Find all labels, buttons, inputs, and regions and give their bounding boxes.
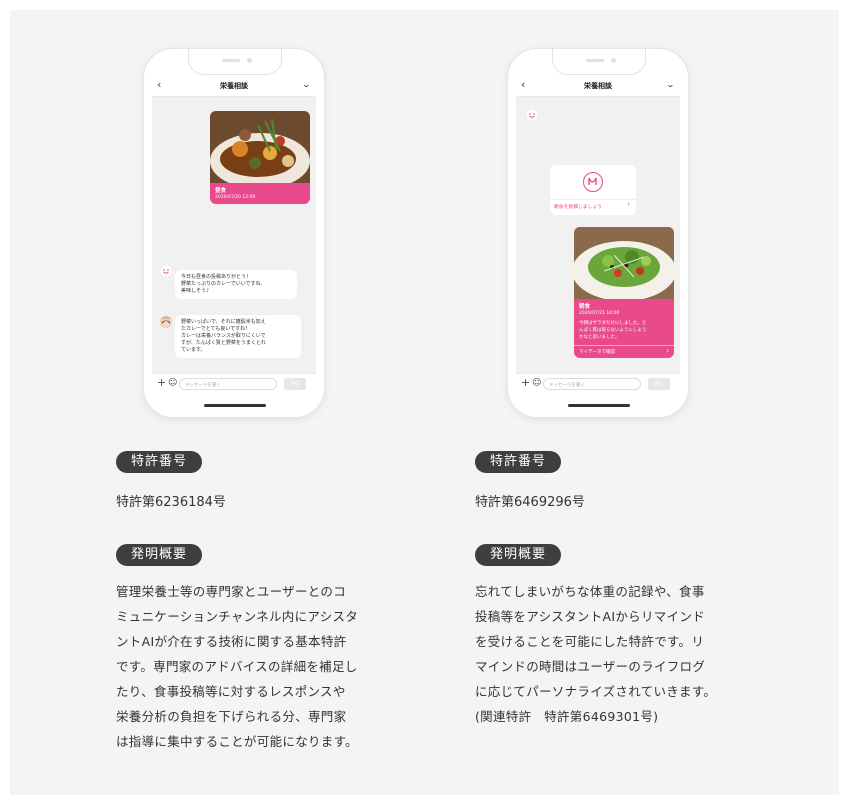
nav-bar: ‹ 栄養相談 ⌄ — [516, 75, 680, 97]
nav-title: 栄養相談 — [584, 82, 612, 90]
plus-icon[interactable]: + — [521, 376, 530, 389]
phone-notch — [552, 49, 646, 75]
patent-number-label: 特許番号 — [475, 451, 562, 473]
home-indicator — [204, 404, 266, 407]
my-data-link[interactable]: マイデータで確認 › — [574, 345, 674, 358]
meal-title: 昼食 — [215, 188, 227, 194]
invention-summary: 忘れてしまいがちな体重の記録や、食事 投稿等をアシスタントAIからリマインド を… — [475, 584, 717, 724]
nav-title: 栄養相談 — [220, 82, 248, 90]
reminder-card[interactable]: 朝食を投稿しましょう › — [550, 165, 636, 215]
send-button[interactable]: 送信 — [284, 378, 306, 390]
bot-message-bubble: 今日も昼食の投稿ありがとう！ 野菜たっぷりのカレーでいいですね、 美味しそう♪ — [175, 270, 297, 299]
message-input-bar: + ☺ メッセージを書く 送信 — [516, 373, 680, 393]
plus-icon[interactable]: + — [157, 376, 166, 389]
patent-number-label: 特許番号 — [116, 451, 203, 473]
meal-date: 2020/07/21 10:00 — [579, 311, 620, 316]
phone-mockup-consultation: ‹ 栄養相談 ⌄ 昼食 2020/07/20 12:00 今日も昼食の投稿ありが… — [143, 48, 325, 418]
message-input[interactable]: メッセージを書く — [543, 378, 641, 390]
invention-summary-label: 発明概要 — [475, 544, 562, 566]
chevron-right-icon: › — [666, 347, 669, 355]
phone-notch — [188, 49, 282, 75]
smiley-icon[interactable]: ☺ — [532, 378, 541, 388]
chat-screen: ‹ 栄養相談 ⌄ 朝食を投稿しましょう › 朝食 2020/07/21 10:0… — [516, 75, 680, 393]
chevron-right-icon: › — [627, 200, 630, 208]
chevron-down-icon[interactable]: ⌄ — [302, 80, 311, 89]
reminder-link[interactable]: 朝食を投稿しましょう › — [550, 199, 636, 213]
expert-avatar — [160, 316, 172, 328]
meal-date: 2020/07/20 12:00 — [215, 195, 256, 200]
nav-bar: ‹ 栄養相談 ⌄ — [152, 75, 316, 97]
chat-screen: ‹ 栄養相談 ⌄ 昼食 2020/07/20 12:00 今日も昼食の投稿ありが… — [152, 75, 316, 393]
app-logo-icon — [583, 172, 603, 192]
message-input[interactable]: メッセージを書く — [179, 378, 277, 390]
expert-message-bubble: 野菜いっぱいで、それに雑穀米も加え たカレーでとても良いですね！ カレーは栄養バ… — [175, 315, 301, 358]
meal-note: 今朝はサラダだけにしました。た んぱく質は取らないようにしよう かなと思いました… — [579, 321, 647, 340]
message-input-bar: + ☺ メッセージを書く 送信 — [152, 373, 316, 393]
smiley-icon[interactable]: ☺ — [168, 378, 177, 388]
meal-title: 朝食 — [579, 304, 591, 310]
bot-face-icon — [160, 265, 172, 277]
chevron-down-icon[interactable]: ⌄ — [666, 80, 675, 89]
curry-photo — [210, 111, 310, 183]
patent-number: 特許第6236184号 — [116, 495, 226, 510]
home-indicator — [568, 404, 630, 407]
salad-photo — [574, 227, 674, 299]
meal-post-card[interactable]: 朝食 2020/07/21 10:00 今朝はサラダだけにしました。た んぱく質… — [574, 227, 674, 358]
bot-face-icon — [526, 109, 538, 121]
meal-post-card[interactable]: 昼食 2020/07/20 12:00 — [210, 111, 310, 204]
invention-summary: 管理栄養士等の専門家とユーザーとのコ ミュニケーションチャンネル内にアシスタ ン… — [116, 584, 359, 749]
phone-mockup-reminder: ‹ 栄養相談 ⌄ 朝食を投稿しましょう › 朝食 2020/07/21 10:0… — [507, 48, 689, 418]
send-button[interactable]: 送信 — [648, 378, 670, 390]
patent-number: 特許第6469296号 — [475, 495, 585, 510]
invention-summary-label: 発明概要 — [116, 544, 203, 566]
